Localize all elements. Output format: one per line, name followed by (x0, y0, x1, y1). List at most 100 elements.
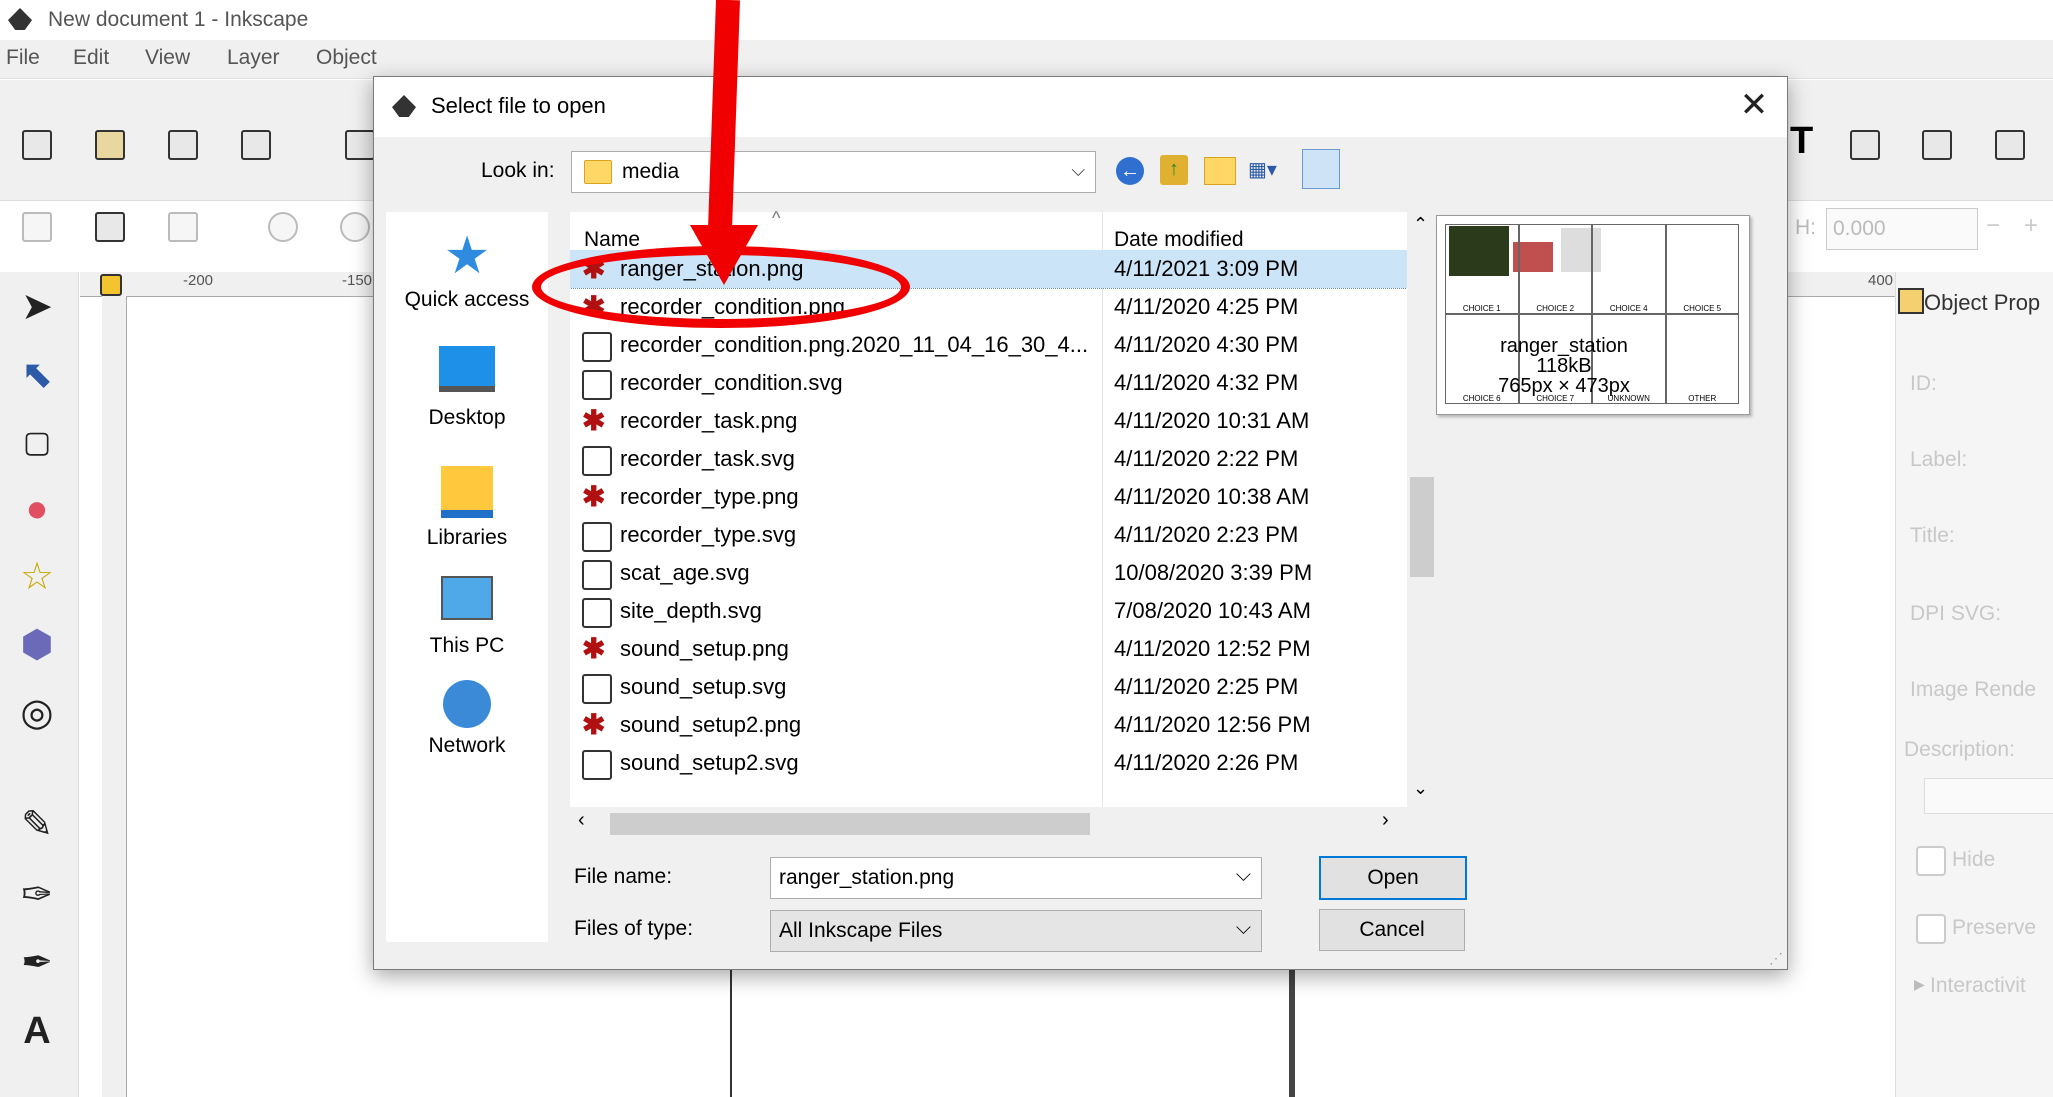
svg-file-icon (582, 560, 612, 590)
file-name-input[interactable]: ranger_station.png ⌵ (770, 857, 1262, 899)
menu-layer[interactable]: Layer (227, 46, 280, 70)
text-tool-icon[interactable]: A (14, 1008, 60, 1054)
place-this-pc[interactable]: This PC (386, 576, 548, 658)
horizontal-scroll-thumb[interactable] (610, 813, 1090, 835)
svg-file-icon (582, 674, 612, 704)
select-in-all-layers-icon[interactable] (168, 212, 198, 242)
h-plus-button[interactable]: + (2024, 212, 2038, 240)
file-row[interactable]: ✱ sound_setup2.png 4/11/2020 12:56 PM (570, 706, 1407, 744)
pen-tool-icon[interactable]: ✑ (14, 872, 60, 918)
back-icon[interactable]: ← (1116, 157, 1144, 185)
undo-icon[interactable] (268, 212, 298, 242)
xml-editor-icon[interactable] (1922, 130, 1952, 160)
file-row[interactable]: site_depth.svg 7/08/2020 10:43 AM (570, 592, 1407, 630)
dialog-title-bar: Select file to open ✕ (374, 77, 1787, 137)
preview-toggle-icon[interactable] (1302, 149, 1340, 189)
close-button[interactable]: ✕ (1731, 83, 1777, 129)
h-field-value: 0.000 (1833, 217, 1886, 240)
file-row[interactable]: scat_age.svg 10/08/2020 3:39 PM (570, 554, 1407, 592)
spiral-tool-icon[interactable]: ◎ (14, 690, 60, 736)
svg-file-icon (582, 370, 612, 400)
hide-checkbox[interactable] (1916, 846, 1946, 876)
window-title: New document 1 - Inkscape (48, 8, 309, 31)
node-tool-icon[interactable]: ⬉ (14, 352, 60, 398)
menu-object[interactable]: Object (316, 46, 377, 70)
ellipse-tool-icon[interactable]: ● (14, 486, 60, 532)
file-date: 4/11/2020 4:32 PM (1114, 370, 1299, 395)
place-libraries[interactable]: Libraries (386, 466, 548, 550)
import-icon[interactable] (345, 130, 375, 160)
chevron-down-icon[interactable]: ⌵ (1236, 864, 1251, 887)
lock-guides-icon[interactable] (100, 274, 122, 296)
star-tool-icon[interactable]: ☆ (14, 554, 60, 600)
new-folder-icon[interactable] (1204, 157, 1236, 185)
menu-edit[interactable]: Edit (73, 46, 109, 70)
menu-view[interactable]: View (145, 46, 190, 70)
file-row[interactable]: recorder_condition.png.2020_11_04_16_30_… (570, 326, 1407, 364)
files-of-type-select[interactable]: All Inkscape Files ⌵ (770, 910, 1262, 952)
open-document-icon[interactable] (95, 130, 125, 160)
column-header-name[interactable]: Name (584, 228, 640, 252)
view-menu-icon[interactable]: ▦▾ (1248, 157, 1288, 183)
redo-icon[interactable] (340, 212, 370, 242)
new-document-icon[interactable] (22, 130, 52, 160)
save-icon[interactable] (241, 130, 271, 160)
file-row[interactable]: ✱ sound_setup.png 4/11/2020 12:52 PM (570, 630, 1407, 668)
h-minus-button[interactable]: − (1986, 212, 2000, 240)
selector-tool-icon[interactable]: ➤ (14, 284, 60, 330)
menu-file[interactable]: File (6, 46, 40, 70)
place-network[interactable]: Network (386, 680, 548, 758)
description-label: Description: (1904, 738, 2015, 761)
scroll-up-icon[interactable]: ⌃ (1413, 214, 1428, 235)
cancel-button[interactable]: Cancel (1319, 909, 1465, 951)
print-icon[interactable] (168, 130, 198, 160)
resize-grip-icon[interactable]: ⋰ (1769, 950, 1783, 967)
file-name: recorder_type.png (620, 484, 799, 509)
3d-box-tool-icon[interactable]: ⬢ (14, 622, 60, 668)
vertical-ruler (102, 296, 127, 1097)
file-row[interactable]: recorder_type.svg 4/11/2020 2:23 PM (570, 516, 1407, 554)
ruler-tick-label: -150 (342, 272, 373, 289)
layers-icon[interactable] (1850, 130, 1880, 160)
scroll-left-icon[interactable]: ‹ (578, 809, 585, 832)
file-date: 4/11/2020 10:38 AM (1114, 484, 1310, 509)
preview-cell: CHOICE 2 (1518, 224, 1592, 314)
document-properties-icon[interactable] (22, 212, 52, 242)
rectangle-tool-icon[interactable]: ▢ (14, 420, 60, 466)
preview-cell-label: CHOICE 1 (1462, 304, 1501, 313)
place-label: Desktop (428, 406, 506, 429)
star-icon: ★ (443, 227, 491, 285)
scroll-right-icon[interactable]: › (1382, 809, 1389, 832)
preserve-checkbox[interactable] (1916, 914, 1946, 944)
column-header-date[interactable]: Date modified (1114, 228, 1244, 252)
look-in-dropdown[interactable]: media ⌵ (571, 151, 1096, 193)
file-row[interactable]: ✱ recorder_type.png 4/11/2020 10:38 AM (570, 478, 1407, 516)
file-name-label: File name: (574, 865, 673, 888)
preview-dimensions: 765px × 473px (1498, 375, 1630, 397)
interactivity-expander[interactable]: Interactivit (1930, 974, 2026, 998)
place-desktop[interactable]: Desktop (386, 346, 548, 430)
vertical-scroll-thumb[interactable] (1410, 477, 1434, 577)
description-field[interactable] (1924, 778, 2053, 814)
svg-file-icon (582, 522, 612, 552)
h-field[interactable]: 0.000 (1826, 208, 1978, 250)
scroll-down-icon[interactable]: ⌄ (1413, 778, 1428, 799)
file-name: recorder_task.png (620, 408, 798, 433)
files-of-type-value: All Inkscape Files (779, 919, 943, 942)
dpi-svg-label: DPI SVG: (1910, 602, 2002, 625)
select-all-icon[interactable] (95, 212, 125, 242)
desktop-icon (439, 346, 495, 392)
file-row[interactable]: recorder_task.svg 4/11/2020 2:22 PM (570, 440, 1407, 478)
pencil-tool-icon[interactable]: ✎ (14, 802, 60, 848)
file-row[interactable]: sound_setup2.svg 4/11/2020 2:26 PM (570, 744, 1407, 782)
place-quick-access[interactable]: ★ Quick access (386, 230, 548, 312)
align-icon[interactable] (1995, 130, 2025, 160)
calligraphy-tool-icon[interactable]: ✒ (14, 940, 60, 986)
file-row[interactable]: ✱ recorder_task.png 4/11/2020 10:31 AM (570, 402, 1407, 440)
file-row[interactable]: recorder_condition.svg 4/11/2020 4:32 PM (570, 364, 1407, 402)
file-name: sound_setup2.png (620, 712, 802, 737)
text-tool-icon[interactable]: T (1790, 120, 1813, 163)
file-row[interactable]: sound_setup.svg 4/11/2020 2:25 PM (570, 668, 1407, 706)
up-folder-icon[interactable]: ↑ (1160, 155, 1188, 185)
open-button[interactable]: Open (1319, 856, 1467, 900)
